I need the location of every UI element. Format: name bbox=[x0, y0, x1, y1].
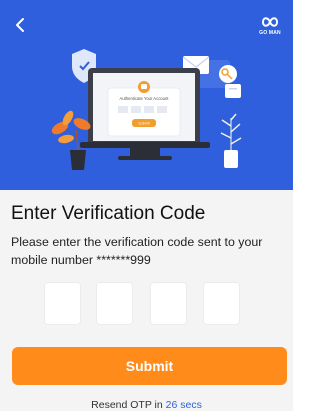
key-icon bbox=[219, 65, 237, 83]
otp-input-group bbox=[44, 282, 244, 326]
chevron-left-icon bbox=[16, 18, 24, 32]
authentication-illustration: Authenticate Your Account Submit bbox=[0, 0, 293, 190]
brand-logo-text: GO MAN bbox=[259, 30, 281, 36]
otp-digit-4[interactable] bbox=[203, 282, 240, 325]
brand-logo: GO MAN bbox=[255, 14, 285, 40]
header-banner: Authenticate Your Account Submit GO MAN bbox=[0, 0, 293, 190]
infinity-loop-icon bbox=[261, 17, 279, 27]
back-button[interactable] bbox=[9, 14, 31, 36]
submit-button[interactable]: Submit bbox=[12, 347, 287, 385]
illustration-card-button: Submit bbox=[138, 122, 149, 126]
otp-digit-1[interactable] bbox=[44, 282, 81, 325]
illustration-card-title: Authenticate Your Account bbox=[120, 96, 170, 101]
resend-otp: Resend OTP in 26 secs bbox=[0, 399, 293, 411]
resend-otp-timer[interactable]: 26 secs bbox=[166, 399, 202, 411]
otp-digit-3[interactable] bbox=[150, 282, 187, 325]
resend-otp-label: Resend OTP in bbox=[91, 399, 166, 411]
otp-digit-2[interactable] bbox=[96, 282, 133, 325]
verification-description: Please enter the verification code sent … bbox=[11, 235, 263, 267]
page-title: Enter Verification Code bbox=[11, 203, 206, 224]
